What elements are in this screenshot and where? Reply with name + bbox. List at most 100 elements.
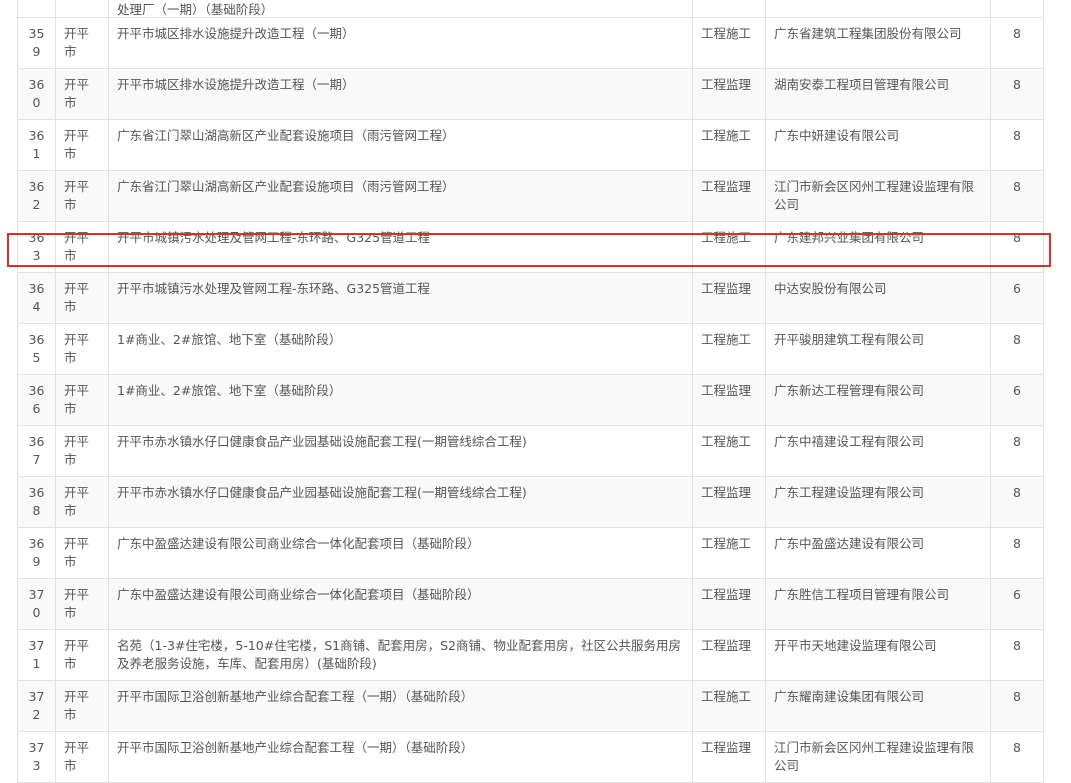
cell-no: 359 [17, 17, 56, 69]
cell-city: 开平市 [55, 731, 109, 783]
cell-score: 8 [990, 68, 1044, 120]
cell-score: 8 [990, 17, 1044, 69]
cell-type: 工程施工 [692, 221, 766, 273]
cell-score: 8 [990, 476, 1044, 528]
table-row: 366 开平市 1#商业、2#旅馆、地下室（基础阶段） 工程监理 广东新达工程管理有限公… [17, 374, 1044, 426]
cell-company: 江门市新会区冈州工程建设监理有限公司 [765, 731, 991, 783]
cell-project-name: 开平市城镇污水处理及管网工程-东环路、G325管道工程 [108, 272, 693, 324]
cell-score: 6 [990, 578, 1044, 630]
cell-project-name: 名苑（1-3#住宅楼，5-10#住宅楼，S1商铺、配套用房，S2商铺、物业配套用… [108, 629, 693, 681]
table-row: 363 开平市 开平市城镇污水处理及管网工程-东环路、G325管道工程 工程施工 广东建… [17, 221, 1044, 273]
cell-type: 工程监理 [692, 731, 766, 783]
cell-type: 工程监理 [692, 578, 766, 630]
cell-no [17, 0, 56, 18]
cell-project-name: 开平市赤水镇水仔口健康食品产业园基础设施配套工程(一期管线综合工程) [108, 425, 693, 477]
cell-type: 工程监理 [692, 170, 766, 222]
cell-project-name: 广东中盈盛达建设有限公司商业综合一体化配套项目（基础阶段） [108, 527, 693, 579]
cell-city: 开平市 [55, 425, 109, 477]
cell-company: 广东中妍建设有限公司 [765, 119, 991, 171]
cell-company: 中达安股份有限公司 [765, 272, 991, 324]
cell-project-name: 开平市城区排水设施提升改造工程（一期） [108, 68, 693, 120]
cell-city: 开平市 [55, 170, 109, 222]
cell-no: 362 [17, 170, 56, 222]
cell-type: 工程施工 [692, 17, 766, 69]
cell-score: 6 [990, 374, 1044, 426]
cell-company [765, 0, 991, 18]
table-row: 359 开平市 开平市城区排水设施提升改造工程（一期） 工程施工 广东省建筑工程集团股份… [17, 17, 1044, 69]
cell-company: 开平骏朋建筑工程有限公司 [765, 323, 991, 375]
cell-score: 8 [990, 119, 1044, 171]
cell-city: 开平市 [55, 17, 109, 69]
cell-type: 工程监理 [692, 476, 766, 528]
cell-score: 8 [990, 680, 1044, 732]
cell-no: 369 [17, 527, 56, 579]
cell-type: 工程监理 [692, 629, 766, 681]
cell-score [990, 0, 1044, 18]
cell-type: 工程施工 [692, 527, 766, 579]
cell-project-name: 开平市城镇污水处理及管网工程-东环路、G325管道工程 [108, 221, 693, 273]
results-table: 处理厂（一期）（基础阶段） 359 开平市 开平市城区排水设施提升改造工程（一期）工… [17, 0, 1044, 783]
cell-score: 8 [990, 425, 1044, 477]
table-row: 361 开平市 广东省江门翠山湖高新区产业配套设施项目（雨污管网工程） 工程施工 广东中… [17, 119, 1044, 171]
cell-city: 开平市 [55, 68, 109, 120]
table-row: 370 开平市 广东中盈盛达建设有限公司商业综合一体化配套项目（基础阶段） 工程监理广… [17, 578, 1044, 630]
table-row-partial: 处理厂（一期）（基础阶段） [17, 0, 1044, 18]
cell-type: 工程监理 [692, 272, 766, 324]
table-row: 360 开平市 开平市城区排水设施提升改造工程（一期） 工程监理 湖南安泰工程项目管理有… [17, 68, 1044, 120]
cell-no: 363 [17, 221, 56, 273]
cell-type: 工程施工 [692, 119, 766, 171]
cell-project-name: 1#商业、2#旅馆、地下室（基础阶段） [108, 374, 693, 426]
cell-city: 开平市 [55, 629, 109, 681]
cell-type [692, 0, 766, 18]
cell-score: 8 [990, 731, 1044, 783]
cell-company: 江门市新会区冈州工程建设监理有限公司 [765, 170, 991, 222]
cell-score: 6 [990, 272, 1044, 324]
cell-project-name: 开平市国际卫浴创新基地产业综合配套工程（一期）（基础阶段） [108, 731, 693, 783]
cell-city: 开平市 [55, 374, 109, 426]
cell-company: 广东中禧建设工程有限公司 [765, 425, 991, 477]
cell-project-name: 1#商业、2#旅馆、地下室（基础阶段） [108, 323, 693, 375]
cell-company: 广东新达工程管理有限公司 [765, 374, 991, 426]
cell-project-name: 开平市国际卫浴创新基地产业综合配套工程（一期）（基础阶段） [108, 680, 693, 732]
cell-no: 365 [17, 323, 56, 375]
cell-city: 开平市 [55, 323, 109, 375]
cell-no: 361 [17, 119, 56, 171]
table-row: 367 开平市 开平市赤水镇水仔口健康食品产业园基础设施配套工程(一期管线综合工程)… [17, 425, 1044, 477]
cell-project-name: 广东省江门翠山湖高新区产业配套设施项目（雨污管网工程） [108, 119, 693, 171]
cell-city: 开平市 [55, 476, 109, 528]
cell-project-name: 开平市赤水镇水仔口健康食品产业园基础设施配套工程(一期管线综合工程) [108, 476, 693, 528]
table-row: 371 开平市 名苑（1-3#住宅楼，5-10#住宅楼，S1商铺、配套用房，S2商铺… [17, 629, 1044, 681]
cell-score: 8 [990, 629, 1044, 681]
cell-city: 开平市 [55, 578, 109, 630]
cell-type: 工程施工 [692, 425, 766, 477]
cell-city [55, 0, 109, 18]
cell-score: 8 [990, 221, 1044, 273]
cell-city: 开平市 [55, 680, 109, 732]
table-row: 372 开平市 开平市国际卫浴创新基地产业综合配套工程（一期）（基础阶段） 工程施工广… [17, 680, 1044, 732]
cell-no: 370 [17, 578, 56, 630]
table-row: 369 开平市 广东中盈盛达建设有限公司商业综合一体化配套项目（基础阶段） 工程施工广… [17, 527, 1044, 579]
cell-company: 湖南安泰工程项目管理有限公司 [765, 68, 991, 120]
cell-company: 开平市天地建设监理有限公司 [765, 629, 991, 681]
cell-company: 广东省建筑工程集团股份有限公司 [765, 17, 991, 69]
table-row: 364 开平市 开平市城镇污水处理及管网工程-东环路、G325管道工程 工程监理 中达安… [17, 272, 1044, 324]
cell-project-name: 广东中盈盛达建设有限公司商业综合一体化配套项目（基础阶段） [108, 578, 693, 630]
table-row: 365 开平市 1#商业、2#旅馆、地下室（基础阶段） 工程施工 开平骏朋建筑工程有限公… [17, 323, 1044, 375]
cell-no: 371 [17, 629, 56, 681]
cell-type: 工程施工 [692, 323, 766, 375]
cell-company: 广东耀南建设集团有限公司 [765, 680, 991, 732]
cell-project-name: 广东省江门翠山湖高新区产业配套设施项目（雨污管网工程） [108, 170, 693, 222]
cell-no: 372 [17, 680, 56, 732]
cell-city: 开平市 [55, 119, 109, 171]
cell-type: 工程监理 [692, 68, 766, 120]
cell-city: 开平市 [55, 221, 109, 273]
cell-project-name: 处理厂（一期）（基础阶段） [108, 0, 693, 18]
cell-no: 366 [17, 374, 56, 426]
cell-no: 364 [17, 272, 56, 324]
cell-no: 360 [17, 68, 56, 120]
cell-company: 广东工程建设监理有限公司 [765, 476, 991, 528]
table-row: 373 开平市 开平市国际卫浴创新基地产业综合配套工程（一期）（基础阶段） 工程监理江… [17, 731, 1044, 783]
table-row: 362 开平市 广东省江门翠山湖高新区产业配套设施项目（雨污管网工程） 工程监理 江门市… [17, 170, 1044, 222]
cell-city: 开平市 [55, 272, 109, 324]
cell-company: 广东建邦兴业集团有限公司 [765, 221, 991, 273]
